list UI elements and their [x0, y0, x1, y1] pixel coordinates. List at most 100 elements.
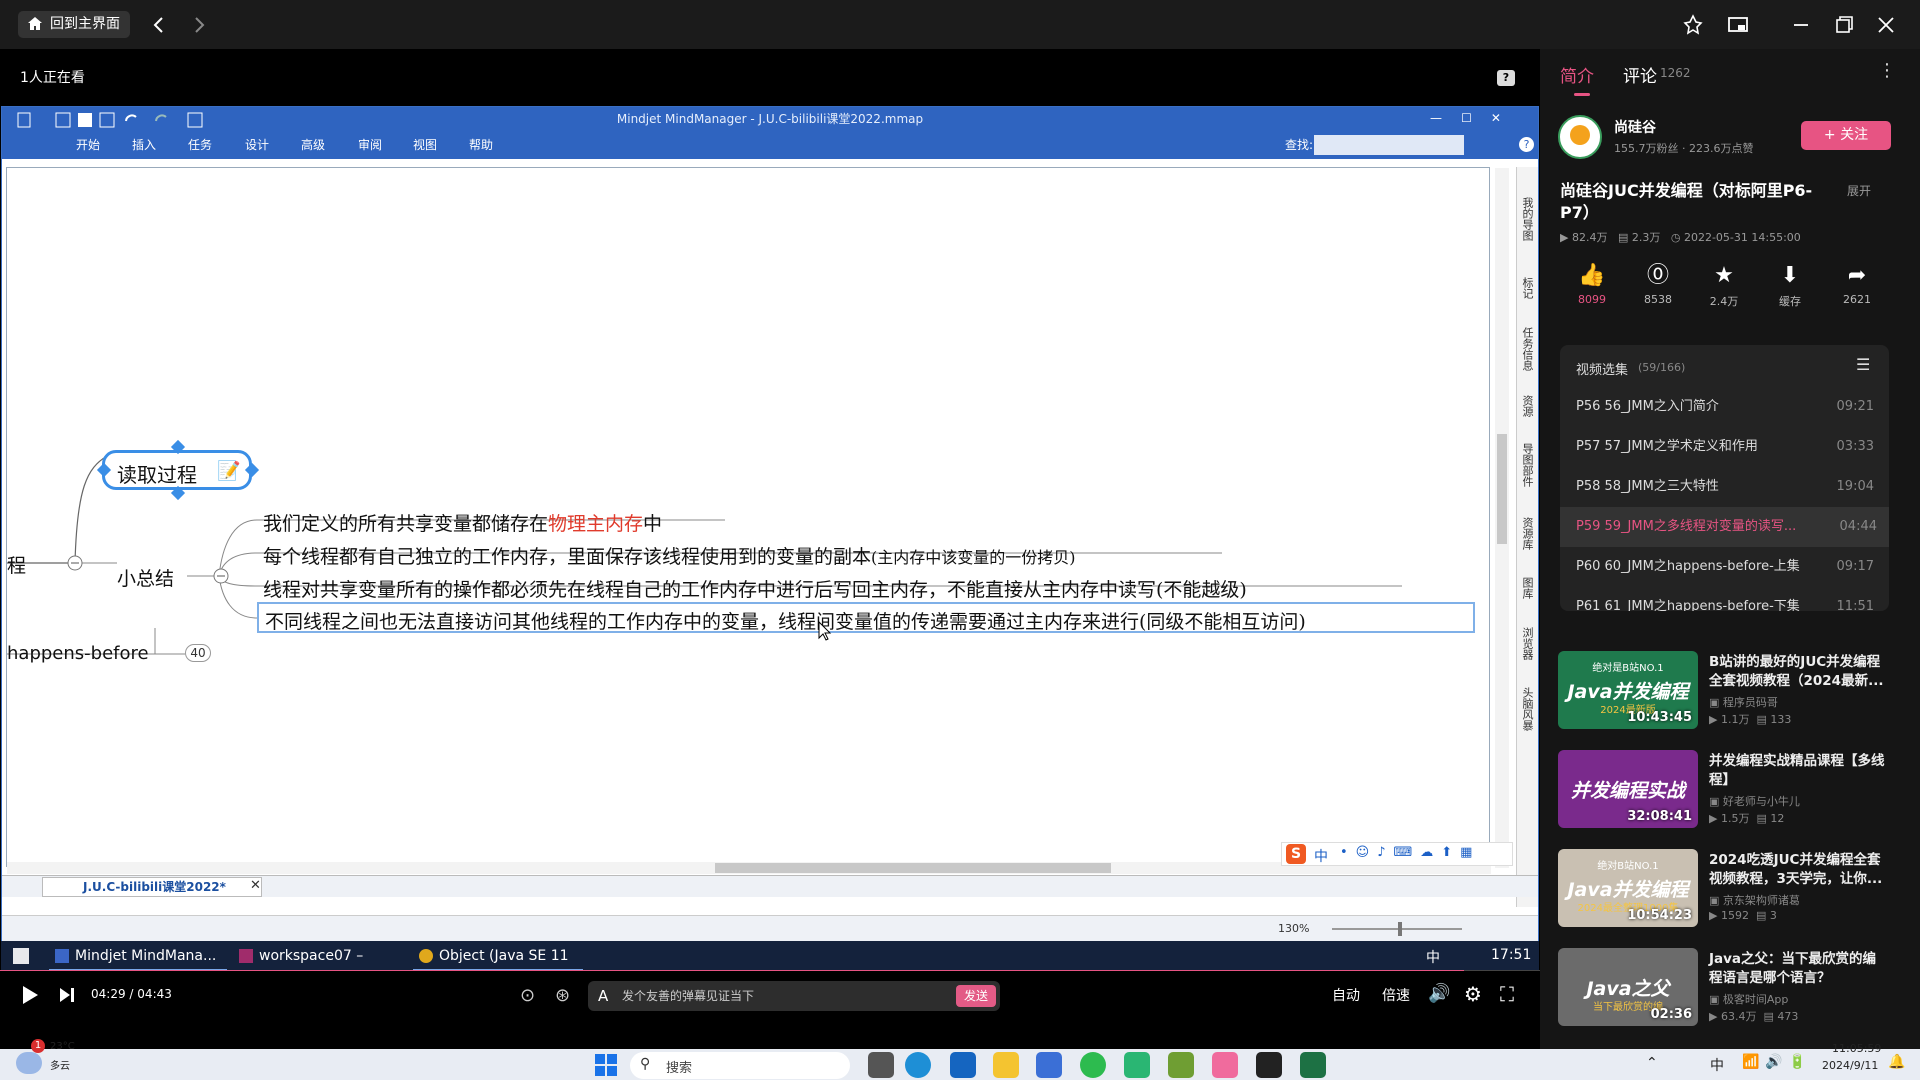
zoom-slider[interactable]: [1332, 922, 1462, 936]
side-map-parts[interactable]: 导图部件: [1520, 443, 1534, 487]
bilibili-icon[interactable]: [1212, 1052, 1238, 1078]
forward-arrow-icon[interactable]: [188, 14, 210, 36]
excel-icon[interactable]: [1300, 1052, 1326, 1078]
notification-icon[interactable]: 🔔: [1888, 1054, 1905, 1070]
store-icon[interactable]: [1036, 1052, 1062, 1078]
message-icon[interactable]: ?: [1497, 70, 1515, 86]
menu-view[interactable]: 视图: [413, 136, 437, 153]
notes-icon[interactable]: [1124, 1052, 1150, 1078]
collapsed-count-badge[interactable]: 40: [185, 644, 211, 662]
quality-button[interactable]: 自动: [1332, 985, 1360, 1005]
node-line-2[interactable]: 每个线程都有自己独立的工作内存，里面保存该线程使用到的变量的副本(主内存中该变量…: [263, 542, 1076, 569]
episode-item[interactable]: P58 58_JMM之三大特性 19:04: [1576, 467, 1886, 507]
danmaku-settings-icon[interactable]: ⊛: [555, 985, 570, 1006]
side-gallery[interactable]: 图库: [1520, 577, 1534, 599]
tab-comments[interactable]: 评论: [1623, 62, 1657, 87]
recommended-author[interactable]: ▣ 京东架构师诸葛: [1709, 892, 1800, 908]
video-thumbnail[interactable]: Java之父 当下最欣赏的编 02:36: [1558, 948, 1698, 1026]
favorite-action[interactable]: ★ 2.4万: [1698, 263, 1750, 309]
tray-status-icons[interactable]: 📶🔊🔋: [1742, 1054, 1812, 1070]
minimize-icon[interactable]: [1790, 14, 1812, 36]
episode-item-current[interactable]: P59 59_JMM之多线程对变量的读写... 04:44: [1560, 507, 1889, 547]
windows-ime[interactable]: 中: [1710, 1055, 1724, 1075]
speed-button[interactable]: 倍速: [1382, 985, 1410, 1005]
episode-item[interactable]: P57 57_JMM之学术定义和作用 03:33: [1576, 427, 1886, 467]
list-view-icon[interactable]: ☰: [1856, 355, 1870, 374]
node-left-partial[interactable]: 程: [7, 551, 26, 578]
side-my-maps[interactable]: 我的导图: [1520, 197, 1534, 241]
uploader-avatar[interactable]: [1558, 115, 1602, 159]
danmaku-style-icon[interactable]: A: [598, 981, 608, 1011]
send-danmaku-button[interactable]: 发送: [956, 985, 996, 1007]
episode-item[interactable]: P61 61_JMM之happens-before-下集 11:51: [1576, 587, 1886, 611]
vertical-scroll-thumb[interactable]: [1497, 434, 1507, 544]
home-button[interactable]: 回到主界面: [18, 11, 130, 38]
recommended-video[interactable]: 绝对是B站NO.1 Java并发编程 2024最新版 10:43:45 B站讲的最好的J…: [1558, 651, 1888, 741]
tray-chevron-icon[interactable]: ⌃: [1646, 1055, 1658, 1071]
fullscreen-icon[interactable]: ⛶: [1500, 982, 1514, 1006]
windows-start-icon[interactable]: [594, 1053, 618, 1077]
quick-access-toolbar[interactable]: [16, 111, 246, 129]
video-thumbnail[interactable]: 绝对是B站NO.1 Java并发编程 2024最新版 10:43:45: [1558, 651, 1698, 729]
video-thumbnail[interactable]: 并发编程实战 32:08:41: [1558, 750, 1698, 828]
node-happens-before[interactable]: happens-before: [7, 643, 149, 664]
like-action[interactable]: 👍 8099: [1566, 263, 1618, 306]
tab-intro[interactable]: 简介: [1560, 62, 1594, 87]
episode-item[interactable]: P56 56_JMM之入门简介 09:21: [1576, 387, 1886, 427]
more-icon[interactable]: ⋮: [1878, 60, 1896, 81]
recommended-author[interactable]: ▣ 程序员码哥: [1709, 694, 1778, 710]
menu-advanced[interactable]: 高级: [301, 136, 325, 153]
ime-toolbar[interactable]: S 中 •☺♪⌨☁⬆▦: [1281, 842, 1513, 866]
recommended-video[interactable]: 并发编程实战 32:08:41 并发编程实战精品课程【多线程】 ▣ 好老师与小牛儿 ▶ …: [1558, 750, 1888, 840]
windows-search[interactable]: ⚲ 搜索: [630, 1052, 850, 1079]
pin-icon[interactable]: [1682, 14, 1704, 36]
video-thumbnail[interactable]: 绝对B站NO.1 Java并发编程 2024最全整理1000集 10:54:23: [1558, 849, 1698, 927]
node-line-3[interactable]: 线程对共享变量所有的操作都必须先在线程自己的工作内存中进行后写回主内存，不能直接…: [263, 575, 1247, 602]
follow-button[interactable]: + 关注: [1801, 121, 1891, 150]
recommended-title[interactable]: Java之父：当下最欣赏的编程语言是哪个语言？: [1709, 950, 1889, 988]
mm-window-controls[interactable]: — ☐ ✕: [1430, 111, 1501, 125]
side-library[interactable]: 资源库: [1520, 517, 1534, 550]
ime-tool-icons[interactable]: •☺♪⌨☁⬆▦: [1340, 845, 1480, 860]
recommended-title[interactable]: 并发编程实战精品课程【多线程】: [1709, 752, 1889, 790]
coin-action[interactable]: ⓪ 8538: [1632, 263, 1684, 306]
recommended-video[interactable]: 绝对B站NO.1 Java并发编程 2024最全整理1000集 10:54:23 202…: [1558, 849, 1888, 939]
node-line-1[interactable]: 我们定义的所有共享变量都储存在物理主内存中: [263, 509, 662, 536]
side-brainstorm[interactable]: 头脑风暴: [1520, 687, 1534, 731]
side-browser[interactable]: 浏览器: [1520, 627, 1534, 660]
settings-gear-icon[interactable]: ⚙: [1464, 982, 1482, 1006]
menu-start[interactable]: 开始: [76, 136, 100, 153]
uploader-name[interactable]: 尚硅谷: [1614, 117, 1656, 137]
next-icon[interactable]: [58, 986, 76, 1004]
node-read-process[interactable]: 读取过程 📝: [102, 450, 252, 490]
recommended-author[interactable]: ▣ 好老师与小牛儿: [1709, 793, 1800, 809]
help-icon[interactable]: ?: [1519, 137, 1534, 152]
horizontal-scrollbar[interactable]: [7, 862, 1491, 874]
menu-design[interactable]: 设计: [245, 136, 269, 153]
danmaku-input[interactable]: A 发个友善的弹幕见证当下: [588, 981, 1000, 1011]
intellij-icon[interactable]: [1256, 1052, 1282, 1078]
side-markers[interactable]: 标记: [1520, 277, 1534, 299]
cache-action[interactable]: ⬇ 缓存: [1764, 263, 1816, 309]
weather-icon[interactable]: [16, 1052, 42, 1074]
wechat-icon[interactable]: [1080, 1052, 1106, 1078]
close-icon[interactable]: [1875, 14, 1897, 36]
danmaku-toggle-icon[interactable]: ⊙: [520, 985, 535, 1006]
ime-mode[interactable]: 中: [1314, 846, 1328, 866]
node-summary[interactable]: 小总结: [117, 564, 174, 591]
edge-icon[interactable]: [905, 1052, 931, 1078]
restore-icon[interactable]: [1833, 14, 1855, 36]
volume-icon[interactable]: 🔊: [1428, 983, 1450, 1004]
menu-review[interactable]: 审阅: [358, 136, 382, 153]
mindmap-canvas[interactable]: 读取过程 📝 程 小总结 我们定义的所有共享变量都储存在物理主内存中 每个线程都…: [6, 167, 1513, 874]
task-view-icon[interactable]: [868, 1052, 894, 1078]
zoom-slider-thumb[interactable]: [1398, 922, 1402, 936]
menu-task[interactable]: 任务: [188, 136, 212, 153]
node-line-4[interactable]: 不同线程之间也无法直接访问其他线程的工作内存中的变量，线程间变量值的传递需要通过…: [257, 602, 1475, 633]
horizontal-scroll-thumb[interactable]: [715, 863, 1111, 873]
photos-icon[interactable]: [1168, 1052, 1194, 1078]
recommended-video[interactable]: Java之父 当下最欣赏的编 02:36 Java之父：当下最欣赏的编程语言是哪个语言…: [1558, 948, 1888, 1038]
menu-insert[interactable]: 插入: [132, 136, 156, 153]
expand-button[interactable]: 展开: [1847, 182, 1871, 199]
find-input[interactable]: [1314, 135, 1464, 155]
